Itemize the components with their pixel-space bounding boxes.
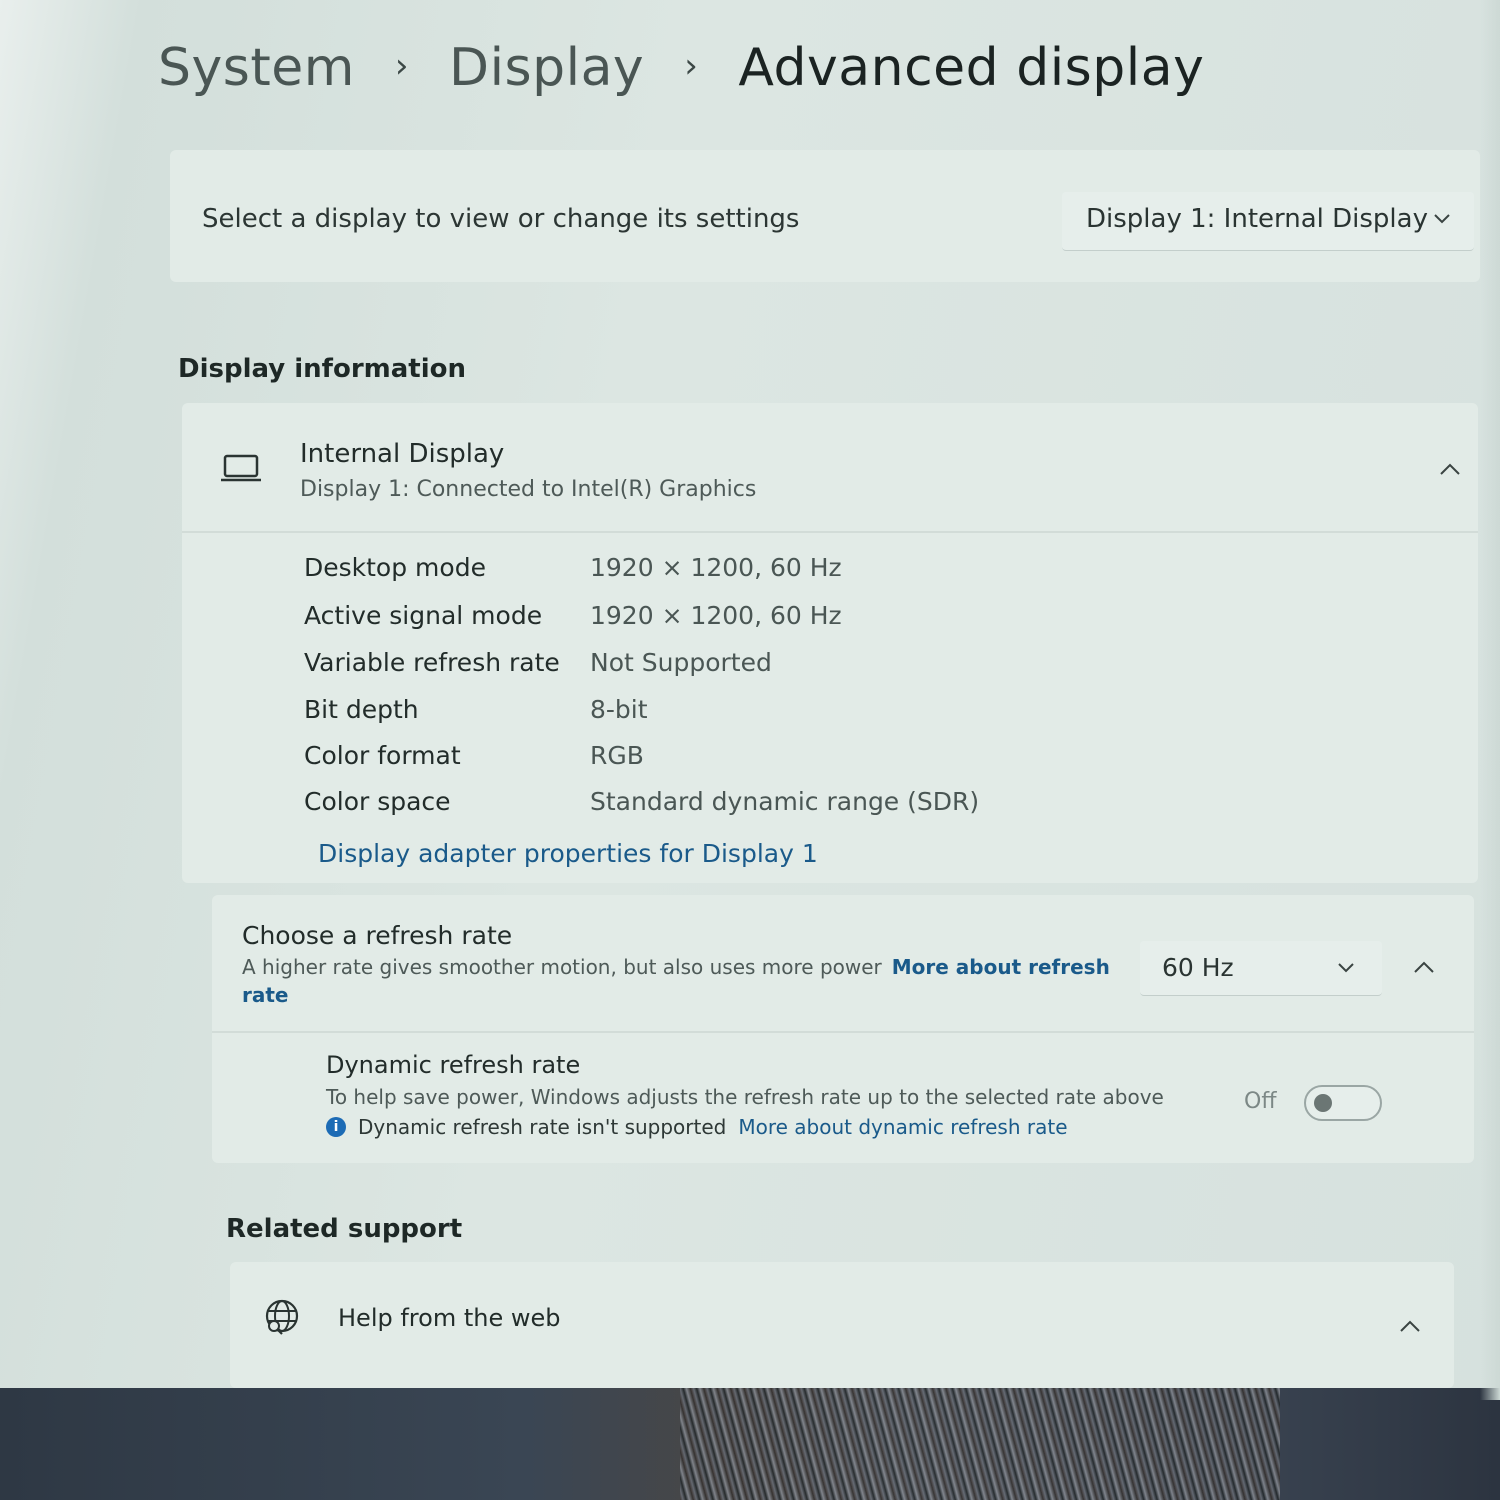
desk-background	[0, 1388, 1500, 1500]
property-active-signal-mode: Active signal mode 1920 × 1200, 60 Hz	[304, 601, 1204, 641]
property-value: 1920 × 1200, 60 Hz	[590, 553, 842, 582]
help-from-web-card[interactable]: Help from the web	[230, 1262, 1454, 1388]
display-adapter-properties-link[interactable]: Display adapter properties for Display 1	[318, 839, 818, 868]
refresh-rate-description-text: A higher rate gives smoother motion, but…	[242, 955, 882, 979]
breadcrumb: System › Display › Advanced display	[158, 38, 1204, 98]
property-value: Not Supported	[590, 648, 772, 677]
property-color-space: Color space Standard dynamic range (SDR)	[304, 787, 1204, 827]
property-label: Desktop mode	[304, 553, 486, 582]
property-label: Color space	[304, 787, 451, 816]
dynamic-refresh-toggle-label: Off	[1244, 1089, 1277, 1114]
device-subtitle: Display 1: Connected to Intel(R) Graphic…	[300, 477, 757, 502]
refresh-rate-value: 60 Hz	[1162, 953, 1234, 982]
chevron-up-icon[interactable]	[1438, 461, 1462, 477]
info-icon: i	[326, 1117, 346, 1137]
help-from-web-label: Help from the web	[338, 1304, 561, 1332]
dynamic-refresh-toggle[interactable]	[1304, 1085, 1382, 1121]
property-value: 8-bit	[590, 695, 648, 724]
property-desktop-mode: Desktop mode 1920 × 1200, 60 Hz	[304, 553, 1204, 593]
breadcrumb-display[interactable]: Display	[449, 38, 644, 98]
device-title: Internal Display	[300, 439, 505, 469]
select-display-label: Select a display to view or change its s…	[202, 204, 800, 234]
internal-display-header[interactable]: Internal Display Display 1: Connected to…	[182, 403, 1478, 533]
breadcrumb-system[interactable]: System	[158, 38, 355, 98]
chevron-down-icon	[1434, 214, 1450, 224]
toggle-knob	[1314, 1094, 1332, 1112]
display-information-card: Internal Display Display 1: Connected to…	[182, 403, 1478, 883]
divider	[212, 1031, 1474, 1033]
property-value: Standard dynamic range (SDR)	[590, 787, 980, 816]
property-bit-depth: Bit depth 8-bit	[304, 695, 1204, 735]
desk-texture	[680, 1388, 1280, 1500]
refresh-rate-description: A higher rate gives smoother motion, but…	[242, 953, 1112, 1009]
display-select-value: Display 1: Internal Display	[1086, 204, 1428, 234]
page-title: Advanced display	[738, 38, 1205, 98]
property-value: 1920 × 1200, 60 Hz	[590, 601, 842, 630]
more-about-dynamic-refresh-rate-link[interactable]: More about dynamic refresh rate	[738, 1115, 1067, 1139]
chevron-down-icon	[1338, 963, 1354, 973]
property-variable-refresh-rate: Variable refresh rate Not Supported	[304, 648, 1204, 688]
display-information-heading: Display information	[178, 354, 467, 384]
property-color-format: Color format RGB	[304, 741, 1204, 781]
property-value: RGB	[590, 741, 644, 770]
breadcrumb-chevron-icon: ›	[394, 46, 410, 86]
refresh-rate-card: Choose a refresh rate A higher rate give…	[212, 895, 1474, 1163]
globe-icon	[265, 1299, 299, 1335]
property-label: Color format	[304, 741, 461, 770]
breadcrumb-chevron-icon: ›	[684, 46, 699, 86]
dynamic-refresh-rate-note: i Dynamic refresh rate isn't supported M…	[326, 1115, 1068, 1139]
property-label: Active signal mode	[304, 601, 543, 630]
refresh-rate-dropdown[interactable]: 60 Hz	[1140, 941, 1382, 996]
dynamic-refresh-unsupported-text: Dynamic refresh rate isn't supported	[358, 1115, 727, 1139]
laptop-icon	[221, 454, 261, 482]
select-display-card: Select a display to view or change its s…	[170, 150, 1480, 282]
property-label: Bit depth	[304, 695, 419, 724]
chevron-up-icon[interactable]	[1412, 959, 1436, 975]
dynamic-refresh-rate-description: To help save power, Windows adjusts the …	[326, 1085, 1164, 1109]
screen-edge	[1480, 0, 1500, 1400]
chevron-up-icon[interactable]	[1398, 1318, 1422, 1334]
display-select-dropdown[interactable]: Display 1: Internal Display	[1062, 192, 1474, 251]
refresh-rate-title: Choose a refresh rate	[242, 921, 513, 950]
dynamic-refresh-rate-title: Dynamic refresh rate	[326, 1051, 581, 1079]
related-support-heading: Related support	[226, 1214, 463, 1244]
property-label: Variable refresh rate	[304, 648, 560, 677]
